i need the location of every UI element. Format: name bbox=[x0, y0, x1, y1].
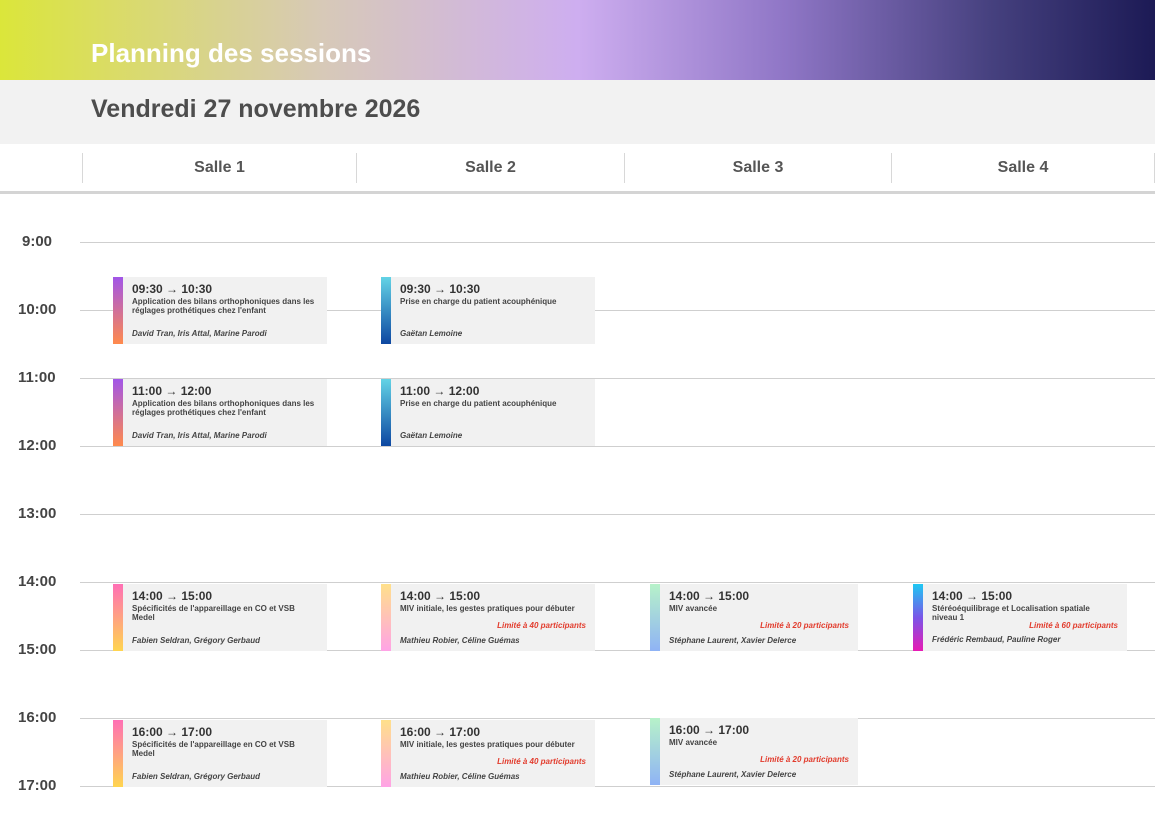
session-speakers: Gaëtan Lemoine bbox=[400, 431, 463, 440]
room-header-divider bbox=[0, 191, 1155, 194]
session-speakers: Stéphane Laurent, Xavier Delerce bbox=[669, 636, 797, 645]
session-time: 11:00 → 12:00 bbox=[400, 384, 480, 398]
hour-label: 14:00 bbox=[18, 573, 57, 590]
session-card[interactable]: 11:00 → 12:00 Prise en charge du patient… bbox=[381, 379, 595, 446]
session-time: 11:00 → 12:00 bbox=[132, 384, 212, 398]
room-header-3: Salle 3 bbox=[624, 153, 891, 183]
session-title: Application des bilans orthophoniques da… bbox=[132, 297, 315, 315]
session-speakers: David Tran, Iris Attal, Marine Parodi bbox=[132, 329, 267, 338]
participant-limit: Limité à 20 participants bbox=[760, 755, 849, 764]
hour-gridline bbox=[80, 582, 1155, 583]
session-title: Stéréoéquilibrage et Localisation spatia… bbox=[932, 604, 1090, 622]
session-title: Prise en charge du patient acouphénique bbox=[400, 399, 557, 408]
session-card[interactable]: 14:00 → 15:00 MIV initiale, les gestes p… bbox=[381, 584, 595, 651]
session-card[interactable]: 16:00 → 17:00 MIV initiale, les gestes p… bbox=[381, 720, 595, 787]
session-speakers: Gaëtan Lemoine bbox=[400, 329, 463, 338]
session-time: 14:00 → 15:00 bbox=[669, 589, 750, 603]
hour-label: 13:00 bbox=[18, 505, 57, 522]
page-title: Planning des sessions bbox=[91, 38, 372, 68]
session-title: Spécificités de l'appareillage en CO et … bbox=[132, 740, 295, 758]
session-card[interactable]: 16:00 → 17:00 Spécificités de l'appareil… bbox=[113, 720, 327, 787]
session-time: 14:00 → 15:00 bbox=[132, 589, 213, 603]
session-color-bar bbox=[113, 379, 123, 446]
session-speakers: Mathieu Robier, Céline Guémas bbox=[400, 772, 520, 781]
hour-label: 11:00 bbox=[18, 369, 56, 386]
session-time: 16:00 → 17:00 bbox=[669, 723, 750, 737]
session-speakers: Fabien Seldran, Grégory Gerbaud bbox=[132, 636, 261, 645]
session-color-bar bbox=[113, 720, 123, 787]
session-time: 09:30 → 10:30 bbox=[132, 282, 213, 296]
participant-limit: Limité à 60 participants bbox=[1029, 621, 1118, 630]
hour-gridline bbox=[80, 718, 1155, 719]
session-title: Application des bilans orthophoniques da… bbox=[132, 399, 315, 417]
session-color-bar bbox=[381, 720, 391, 787]
session-speakers: Mathieu Robier, Céline Guémas bbox=[400, 636, 520, 645]
hour-label: 16:00 bbox=[18, 709, 57, 726]
session-time: 16:00 → 17:00 bbox=[132, 725, 213, 739]
session-speakers: David Tran, Iris Attal, Marine Parodi bbox=[132, 431, 267, 440]
hour-gridline bbox=[80, 514, 1155, 515]
session-color-bar bbox=[113, 584, 123, 651]
room-header-1: Salle 1 bbox=[82, 153, 356, 183]
session-speakers: Fabien Seldran, Grégory Gerbaud bbox=[132, 772, 261, 781]
session-speakers: Stéphane Laurent, Xavier Delerce bbox=[669, 770, 797, 779]
session-title: MIV avancée bbox=[669, 604, 718, 613]
hour-label: 10:00 bbox=[18, 301, 57, 318]
session-title: MIV initiale, les gestes pratiques pour … bbox=[400, 740, 575, 749]
date-heading: Vendredi 27 novembre 2026 bbox=[91, 95, 421, 123]
session-card[interactable]: 09:30 → 10:30 Prise en charge du patient… bbox=[381, 277, 595, 344]
session-card[interactable]: 09:30 → 10:30 Application des bilans ort… bbox=[113, 277, 327, 344]
session-color-bar bbox=[913, 584, 923, 651]
session-color-bar bbox=[650, 718, 660, 785]
session-color-bar bbox=[381, 379, 391, 446]
session-time: 09:30 → 10:30 bbox=[400, 282, 481, 296]
session-title: Prise en charge du patient acouphénique bbox=[400, 297, 557, 306]
session-time: 14:00 → 15:00 bbox=[932, 589, 1013, 603]
session-time: 16:00 → 17:00 bbox=[400, 725, 481, 739]
session-card[interactable]: 14:00 → 15:00 Spécificités de l'appareil… bbox=[113, 584, 327, 651]
session-color-bar bbox=[381, 277, 391, 344]
session-title: MIV initiale, les gestes pratiques pour … bbox=[400, 604, 575, 613]
session-card[interactable]: 16:00 → 17:00 MIV avancée Limité à 20 pa… bbox=[650, 718, 858, 785]
participant-limit: Limité à 40 participants bbox=[497, 621, 586, 630]
participant-limit: Limité à 40 participants bbox=[497, 757, 586, 766]
session-color-bar bbox=[650, 584, 660, 651]
session-time: 14:00 → 15:00 bbox=[400, 589, 481, 603]
session-speakers: Frédéric Rembaud, Pauline Roger bbox=[932, 635, 1061, 644]
hour-gridline bbox=[80, 446, 1155, 447]
hour-gridline bbox=[80, 242, 1155, 243]
session-title: MIV avancée bbox=[669, 738, 718, 747]
session-color-bar bbox=[381, 584, 391, 651]
room-header-4: Salle 4 bbox=[891, 153, 1155, 183]
room-header-2: Salle 2 bbox=[356, 153, 624, 183]
hour-label: 12:00 bbox=[18, 437, 57, 454]
session-card[interactable]: 14:00 → 15:00 MIV avancée Limité à 20 pa… bbox=[650, 584, 858, 651]
hour-label: 15:00 bbox=[18, 641, 57, 658]
session-card[interactable]: 14:00 → 15:00 Stéréoéquilibrage et Local… bbox=[913, 584, 1127, 651]
hour-label: 17:00 bbox=[18, 777, 57, 794]
session-color-bar bbox=[113, 277, 123, 344]
session-title: Spécificités de l'appareillage en CO et … bbox=[132, 604, 295, 622]
hour-label: 9:00 bbox=[22, 233, 53, 250]
participant-limit: Limité à 20 participants bbox=[760, 621, 849, 630]
session-card[interactable]: 11:00 → 12:00 Application des bilans ort… bbox=[113, 379, 327, 446]
